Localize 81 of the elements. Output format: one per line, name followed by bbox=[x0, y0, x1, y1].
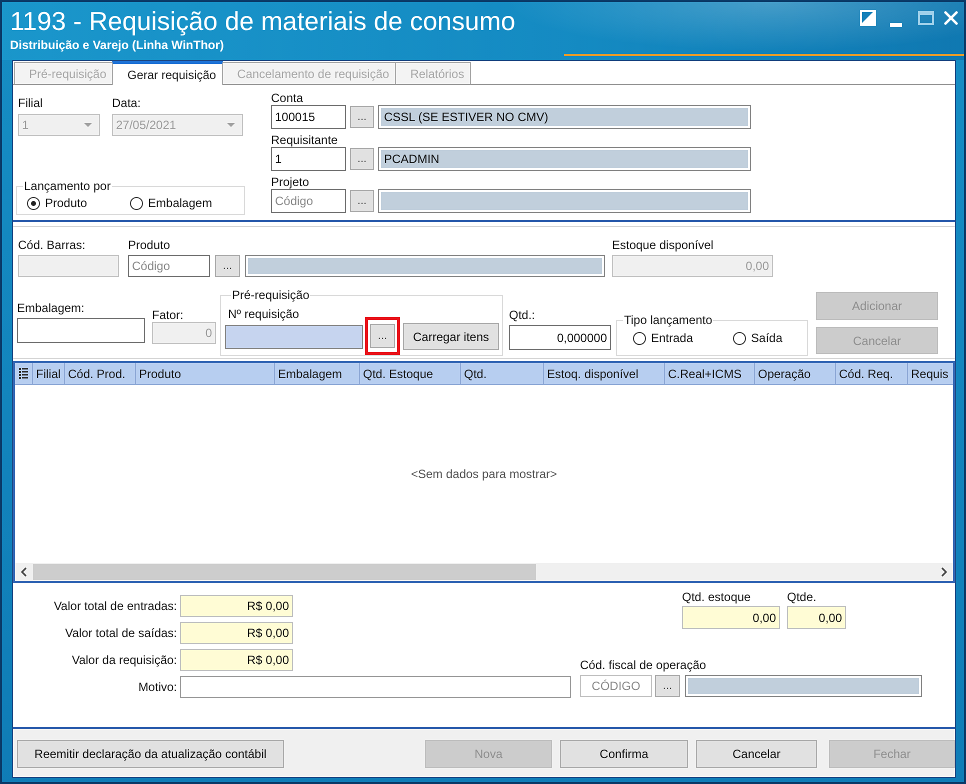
footer-button[interactable]: Confirma bbox=[560, 740, 688, 768]
field-label: Data: bbox=[112, 96, 142, 110]
group-title: Lançamento por bbox=[23, 179, 112, 193]
product-code-field[interactable]: Código bbox=[128, 255, 210, 277]
field-label: Estoque disponível bbox=[612, 238, 714, 252]
chevron-right-icon bbox=[941, 567, 947, 577]
column-header[interactable]: Cód. Prod. bbox=[65, 363, 136, 384]
column-header[interactable]: Requis bbox=[908, 363, 953, 384]
tab[interactable]: Gerar requisição bbox=[112, 61, 224, 85]
code-field[interactable]: Código bbox=[271, 189, 346, 213]
field-label: Cód. fiscal de operação bbox=[580, 658, 708, 672]
field-label: Filial bbox=[18, 96, 44, 110]
field-label: Requisitante bbox=[271, 133, 338, 147]
description-field[interactable]: CSSL (SE ESTIVER NO CMV) bbox=[378, 105, 751, 129]
field-label: Fator: bbox=[152, 308, 184, 322]
column-header[interactable]: Produto bbox=[136, 363, 275, 384]
footer-button[interactable]: Cancelar bbox=[696, 740, 817, 768]
scroll-right-button[interactable] bbox=[935, 563, 953, 581]
window-title: 1193 - Requisição de materiais de consumo bbox=[10, 6, 516, 36]
list-icon[interactable] bbox=[19, 368, 28, 379]
half-filled-square-icon[interactable] bbox=[860, 10, 876, 26]
maximize-icon[interactable] bbox=[918, 11, 934, 25]
field-label: Qtde. bbox=[787, 590, 818, 604]
description-field[interactable] bbox=[245, 255, 605, 277]
lookup-button[interactable]: ... bbox=[215, 255, 240, 277]
lookup-button[interactable]: ... bbox=[350, 106, 374, 128]
description-field[interactable] bbox=[685, 675, 922, 697]
chevron-left-icon bbox=[21, 567, 27, 577]
group-title: Tipo lançamento bbox=[623, 313, 714, 327]
requisition-number-field[interactable] bbox=[225, 324, 363, 348]
field-label: Produto bbox=[128, 238, 172, 252]
quantity-total-field[interactable]: 0,00 bbox=[682, 606, 780, 629]
group-title: Pré-requisição bbox=[231, 288, 310, 302]
field-label: Conta bbox=[271, 91, 304, 105]
column-header[interactable]: Cód. Req. bbox=[836, 363, 908, 384]
quantity-field[interactable]: 0,000000 bbox=[509, 325, 611, 350]
reason-field[interactable] bbox=[180, 676, 571, 698]
field-label: Cód. Barras: bbox=[18, 238, 86, 252]
empty-message: <Sem dados para mostrar> bbox=[410, 467, 558, 481]
field-label: Nº requisição bbox=[228, 307, 300, 321]
close-icon[interactable] bbox=[944, 11, 958, 25]
code-field[interactable]: CÓDIGO bbox=[580, 675, 652, 697]
description-field[interactable] bbox=[378, 189, 751, 213]
lookup-button[interactable]: ... bbox=[350, 148, 374, 170]
reissue-button[interactable]: Reemitir declaração da atualização contábil bbox=[17, 740, 284, 768]
caret-icon bbox=[227, 123, 235, 127]
code-field[interactable]: 1 bbox=[271, 147, 346, 171]
column-header[interactable]: C.Real+ICMS bbox=[665, 363, 755, 384]
total-field[interactable]: R$ 0,00 bbox=[180, 595, 293, 617]
field-label: Valor total de saídas: bbox=[64, 626, 177, 640]
scroll-left-button[interactable] bbox=[15, 563, 33, 581]
lookup-button[interactable]: ... bbox=[370, 324, 395, 348]
column-header[interactable]: Embalagem bbox=[275, 363, 360, 384]
column-header[interactable]: Qtd. bbox=[461, 363, 544, 384]
field-label: Qtd. estoque bbox=[682, 590, 752, 604]
total-field[interactable]: R$ 0,00 bbox=[180, 649, 293, 671]
field-label: Projeto bbox=[271, 175, 310, 189]
column-header[interactable]: Qtd. Estoque bbox=[360, 363, 461, 384]
caret-icon bbox=[84, 123, 92, 127]
description-field[interactable]: PCADMIN bbox=[378, 147, 751, 171]
load-items-button[interactable]: Carregar itens bbox=[403, 323, 499, 350]
field-label: Valor total de entradas: bbox=[52, 599, 177, 613]
total-field[interactable]: R$ 0,00 bbox=[180, 622, 293, 644]
field-label: Valor da requisição: bbox=[70, 653, 177, 667]
radio-option[interactable]: Entrada bbox=[633, 331, 694, 345]
lookup-button[interactable]: ... bbox=[655, 675, 680, 697]
quantity-total-field[interactable]: 0,00 bbox=[787, 606, 846, 629]
window-subtitle: Distribuição e Varejo (Linha WinThor) bbox=[10, 38, 225, 52]
radio-option[interactable]: Saída bbox=[733, 331, 782, 345]
code-field[interactable]: 100015 bbox=[271, 105, 346, 129]
field-label: Qtd.: bbox=[509, 308, 536, 322]
column-header[interactable]: Filial bbox=[33, 363, 65, 384]
column-header[interactable]: Estoq. disponível bbox=[544, 363, 665, 384]
lookup-button[interactable]: ... bbox=[350, 190, 374, 212]
field-label: Embalagem: bbox=[17, 301, 86, 315]
packaging-field[interactable] bbox=[17, 318, 145, 343]
column-header[interactable]: Operação bbox=[755, 363, 836, 384]
radio-option[interactable]: Produto bbox=[27, 196, 88, 210]
field-label: Motivo: bbox=[137, 680, 177, 694]
radio-option[interactable]: Embalagem bbox=[130, 196, 212, 210]
scrollbar-thumb[interactable] bbox=[33, 564, 536, 580]
